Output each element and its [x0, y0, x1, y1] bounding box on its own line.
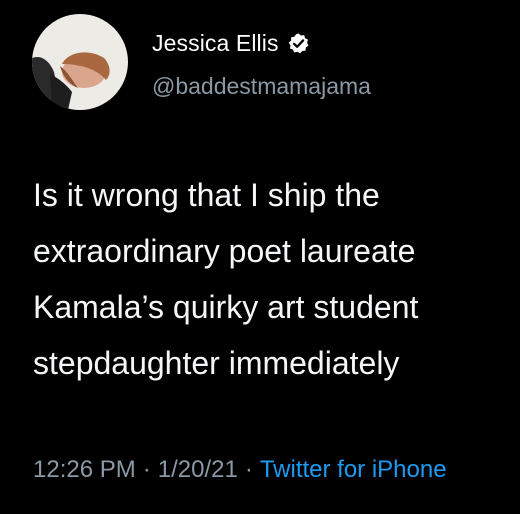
- tweet-text-line: Is it wrong that I ship the: [33, 177, 380, 213]
- meta-separator: ·: [142, 456, 151, 483]
- tweet-meta: 12:26 PM · 1/20/21 · Twitter for iPhone: [33, 456, 447, 484]
- tweet-source-link[interactable]: Twitter for iPhone: [260, 456, 447, 483]
- tweet-time[interactable]: 12:26 PM: [33, 456, 136, 483]
- tweet-card: Jessica Ellis @baddestmamajama Is it wro…: [0, 0, 520, 514]
- name-row: Jessica Ellis: [152, 30, 310, 57]
- avatar[interactable]: [32, 14, 128, 110]
- user-handle[interactable]: @baddestmamajama: [152, 73, 371, 100]
- tweet-text-line: Kamala’s quirky art student: [33, 289, 419, 325]
- tweet-text: Is it wrong that I ship the extraordinar…: [33, 167, 520, 391]
- verified-badge-icon: [287, 32, 310, 55]
- tweet-date[interactable]: 1/20/21: [158, 456, 238, 483]
- profile-photo-icon: [32, 14, 128, 110]
- display-name[interactable]: Jessica Ellis: [152, 30, 279, 57]
- tweet-text-line: extraordinary poet laureate: [33, 233, 416, 269]
- tweet-text-line: stepdaughter immediately: [33, 345, 400, 381]
- meta-separator: ·: [244, 456, 253, 483]
